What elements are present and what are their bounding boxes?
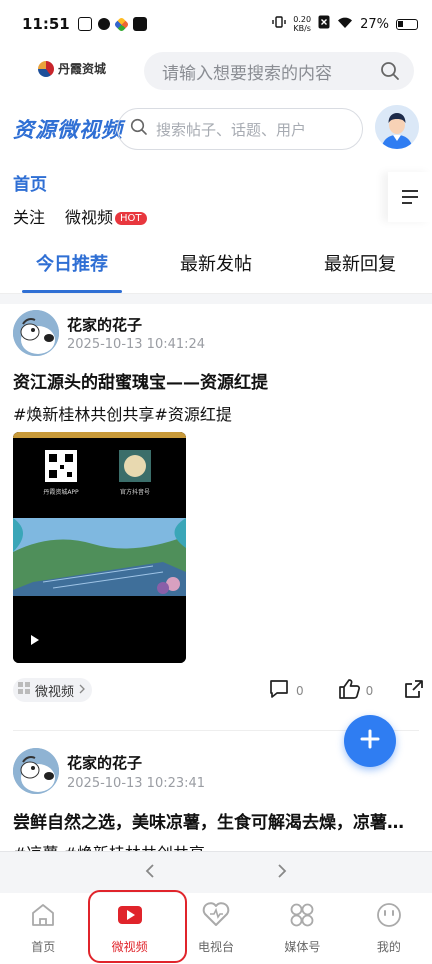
like-button[interactable]: 0 — [338, 678, 374, 703]
comment-button[interactable]: 0 — [268, 678, 304, 703]
thumbs-up-icon — [338, 678, 360, 703]
post-author-avatar[interactable] — [13, 748, 59, 794]
video-play-icon — [116, 901, 144, 932]
battery-percent: 27% — [360, 16, 389, 32]
bottom-tab-micro-video[interactable]: 微视频 — [86, 893, 172, 964]
search-icon — [130, 118, 148, 140]
page-nav-strip — [0, 851, 432, 893]
menu-icon — [402, 190, 418, 192]
post-author[interactable]: 花家的花子 — [67, 752, 142, 773]
post-author[interactable]: 花家的花子 — [67, 314, 142, 335]
top-search-placeholder: 请输入想要搜索的内容 — [162, 63, 332, 84]
grid-icon — [17, 681, 31, 699]
bottom-tab-mine[interactable]: 我的 — [346, 893, 432, 964]
create-post-button[interactable] — [344, 715, 396, 767]
bottom-tab-tv[interactable]: 电视台 — [173, 893, 259, 964]
tab-today-recommend[interactable]: 今日推荐 — [0, 240, 144, 293]
bottom-tab-mine-label: 我的 — [376, 940, 401, 954]
status-right: 0.20 KB/s 27% — [272, 15, 418, 33]
notification-icons — [77, 16, 147, 32]
post-source-label: 微视频 — [35, 684, 75, 700]
app-title: 资源微视频 — [13, 118, 123, 142]
subnav-follow[interactable]: 关注 — [13, 204, 45, 228]
subnav-micro-video[interactable]: 微视频 HOT — [65, 204, 147, 228]
bottom-tab-media[interactable]: 媒体号 — [259, 893, 345, 964]
net-speed-unit: KB/s — [293, 24, 311, 33]
section-separator — [0, 294, 432, 304]
brand-logo-icon — [38, 60, 54, 77]
channel-home[interactable]: 首页 — [13, 170, 47, 195]
back-arrow-icon[interactable] — [144, 863, 156, 883]
post-actions: 0 0 — [268, 678, 425, 703]
vibrate-icon — [272, 15, 286, 33]
tab-latest-posts[interactable]: 最新发帖 — [144, 240, 288, 293]
feed-tabs: 今日推荐 最新发帖 最新回复 — [0, 240, 432, 294]
bottom-tab-home-label: 首页 — [31, 940, 56, 954]
net-speed-value: 0.20 — [293, 15, 312, 24]
like-count: 0 — [365, 683, 374, 698]
photo-notification-icon — [77, 17, 92, 31]
brand-logo-text: 丹霞资城 — [58, 62, 107, 76]
menu-icon-line — [402, 202, 412, 204]
subnav-micro-video-label: 微视频 — [65, 208, 114, 227]
post-title[interactable]: 尝鲜自然之选，美味凉薯，生食可解渴去燥，凉薯营养丰富 — [13, 808, 419, 833]
home-icon — [29, 901, 57, 932]
post-author-avatar[interactable] — [13, 310, 59, 356]
plus-icon — [359, 728, 381, 754]
tab-latest-replies[interactable]: 最新回复 — [288, 240, 432, 293]
post-search-placeholder: 搜索帖子、话题、用户 — [156, 120, 307, 139]
comment-count: 0 — [296, 683, 304, 698]
brand-logo[interactable]: 丹霞资城 — [38, 60, 106, 77]
post-title[interactable]: 资江源头的甜蜜瑰宝——资源红提 — [13, 368, 419, 393]
bottom-tab-home[interactable]: 首页 — [0, 893, 86, 964]
channel-menu-button[interactable] — [388, 172, 432, 222]
smiley-icon — [375, 901, 403, 932]
search-icon[interactable] — [380, 61, 400, 86]
share-button[interactable] — [403, 678, 425, 703]
post-source-chip[interactable]: 微视频 — [13, 678, 93, 702]
share-icon — [403, 680, 425, 703]
qr-label-douyin: 官方抖音号 — [120, 488, 150, 496]
grid-clover-icon — [288, 901, 316, 932]
bottom-tab-tv-label: 电视台 — [198, 940, 235, 954]
chevron-right-icon — [78, 683, 86, 698]
forward-arrow-icon[interactable] — [276, 863, 288, 883]
status-time: 11:51 — [22, 15, 70, 33]
post-time: 2025-10-13 10:23:41 — [67, 776, 206, 791]
battery-icon — [396, 18, 418, 30]
app-header: 资源微视频 搜索帖子、话题、用户 — [0, 104, 432, 156]
wifi-icon — [337, 16, 353, 33]
bottom-tab-media-label: 媒体号 — [284, 940, 321, 954]
net-speed: 0.20 KB/s — [293, 15, 311, 33]
post-search-input[interactable]: 搜索帖子、话题、用户 — [117, 108, 363, 150]
menu-icon-line — [402, 196, 418, 198]
post-card[interactable]: 花家的花子 2025-10-13 10:41:24 资江源头的甜蜜瑰宝——资源红… — [0, 304, 432, 724]
sub-nav: 关注 微视频 HOT — [13, 204, 147, 228]
colorful-app-icon — [113, 16, 130, 32]
top-search-input[interactable]: 请输入想要搜索的内容 — [144, 52, 414, 90]
user-avatar[interactable] — [375, 105, 419, 149]
post-tags[interactable]: #焕新桂林共创共享#资源红提 — [13, 401, 232, 425]
video-thumbnail[interactable]: 丹霞资城APP 官方抖音号 — [13, 432, 186, 663]
status-bar: 11:51 0.20 KB/s 27% — [0, 0, 432, 48]
bottom-tab-micro-video-label: 微视频 — [111, 940, 148, 954]
sim-x-icon — [318, 15, 330, 33]
comment-icon — [268, 678, 290, 703]
app-notification-icon — [97, 18, 110, 30]
post-tags[interactable]: #凉薯 #焕新桂林共创共享 — [13, 840, 205, 851]
tv-heart-icon — [201, 901, 231, 932]
post-time: 2025-10-13 10:41:24 — [67, 337, 206, 352]
hot-badge: HOT — [115, 212, 147, 225]
brand-bar: 丹霞资城 请输入想要搜索的内容 — [0, 48, 432, 92]
qr-label-app: 丹霞资城APP — [43, 488, 79, 496]
chat-notification-icon — [132, 17, 147, 31]
bottom-tab-bar: 首页 微视频 电视台 媒体号 我的 — [0, 893, 432, 964]
